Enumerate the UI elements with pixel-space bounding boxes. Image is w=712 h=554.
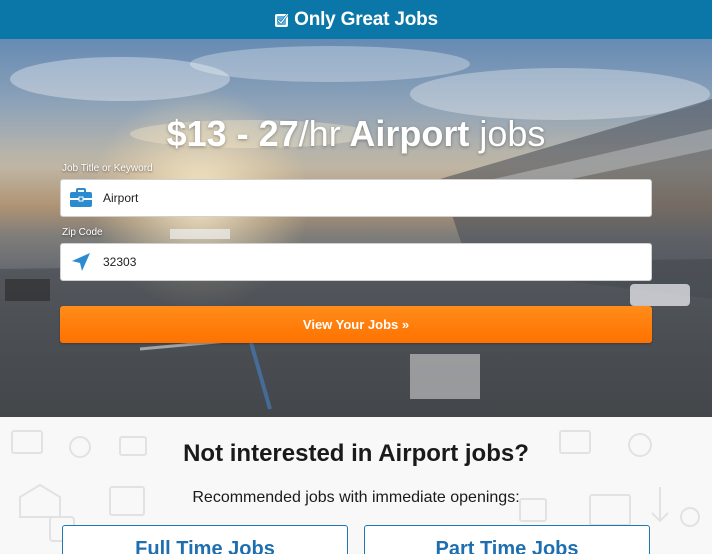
hero-title: $13 - 27/hr Airport jobs (0, 113, 712, 155)
airport-background-image (0, 46, 712, 417)
zip-input[interactable] (101, 247, 651, 277)
site-header: Only Great Jobs (0, 0, 712, 39)
brand-logo-link[interactable]: Only Great Jobs (274, 9, 438, 31)
view-jobs-button[interactable]: View Your Jobs » (60, 306, 652, 343)
full-time-jobs-button[interactable]: Full Time Jobs (62, 525, 348, 554)
keyword-field (60, 179, 652, 217)
hero-title-keyword: Airport (349, 113, 470, 154)
part-time-jobs-button[interactable]: Part Time Jobs (364, 525, 650, 554)
brand-name: Only Great Jobs (294, 8, 438, 30)
location-arrow-icon (61, 244, 101, 280)
keyword-input[interactable] (101, 183, 651, 213)
hero-title-unit: /hr (298, 113, 341, 154)
recommendations-title: Not interested in Airport jobs? (183, 440, 529, 467)
keyword-label: Job Title or Keyword (62, 163, 153, 174)
zip-field (60, 243, 652, 281)
hero-section: $13 - 27/hr Airport jobs Job Title or Ke… (0, 39, 712, 417)
zip-label: Zip Code (62, 227, 103, 238)
hero-title-pay: $13 - 27 (166, 113, 299, 154)
hero-title-suffix: jobs (479, 113, 546, 154)
recommendations-section: Not interested in Airport jobs? Recommen… (0, 417, 712, 554)
checkbox-logo-icon (275, 12, 289, 27)
recommendations-subtitle: Recommended jobs with immediate openings… (192, 489, 520, 506)
briefcase-icon (61, 180, 101, 216)
